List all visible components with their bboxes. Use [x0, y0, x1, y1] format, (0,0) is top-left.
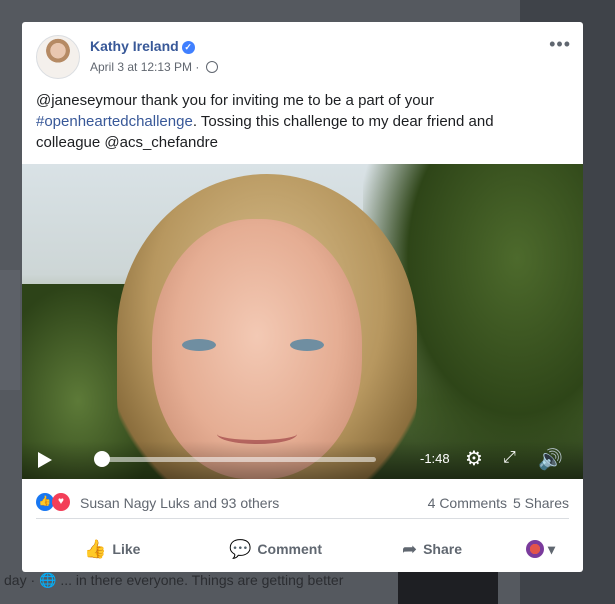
video-subject-face	[152, 219, 362, 479]
like-button[interactable]: 👍 Like	[84, 532, 140, 566]
comment-button[interactable]: 💬 Comment	[229, 532, 322, 566]
globe-icon[interactable]	[205, 61, 218, 73]
post-header: Kathy Ireland ✓ April 3 at 12:13 PM · •••	[22, 22, 583, 92]
author-name[interactable]: Kathy Ireland	[90, 38, 179, 54]
post-meta: April 3 at 12:13 PM ·	[90, 60, 218, 74]
author-avatar[interactable]	[36, 35, 80, 79]
post-stats: 👍 ♥ Susan Nagy Luks and 93 others 4 Comm…	[36, 488, 569, 519]
video-controls: -1:48 ⚙ ⤢ 🔊	[22, 441, 583, 479]
video-remaining-time: -1:48	[420, 451, 450, 466]
reaction-names[interactable]: Susan Nagy Luks and 93 others	[80, 495, 279, 511]
volume-icon[interactable]: 🔊	[538, 447, 563, 472]
viewer-avatar	[526, 540, 544, 558]
thumbs-up-icon: 👍	[84, 538, 107, 559]
post-card: Kathy Ireland ✓ April 3 at 12:13 PM · •••…	[22, 22, 583, 572]
post-caption: @janeseymour thank you for inviting me t…	[36, 90, 556, 153]
share-arrow-icon: ➦	[402, 538, 418, 559]
audience-selector[interactable]: ▾	[526, 532, 555, 566]
chevron-down-icon: ▾	[548, 540, 556, 557]
love-reaction-icon[interactable]: ♥	[52, 493, 70, 511]
share-button[interactable]: ➦ Share	[402, 532, 462, 566]
video-progress-track[interactable]	[96, 457, 376, 462]
post-actions: 👍 Like 💬 Comment ➦ Share ▾	[36, 532, 569, 568]
background-post-text: day · 🌐 ... in there everyone. Things ar…	[4, 572, 344, 588]
post-timestamp[interactable]: April 3 at 12:13 PM ·	[90, 60, 203, 74]
play-icon[interactable]	[38, 452, 52, 468]
comment-label: Comment	[257, 541, 322, 557]
shares-count[interactable]: 5 Shares	[513, 495, 569, 511]
settings-gear-icon[interactable]: ⚙	[465, 449, 483, 469]
comments-count[interactable]: 4 Comments	[428, 495, 507, 511]
caption-text-1: thank you for inviting me to be a part o…	[137, 92, 434, 109]
author-name-link[interactable]: Kathy Ireland ✓	[90, 38, 195, 54]
video-player[interactable]: -1:48 ⚙ ⤢ 🔊	[22, 164, 583, 479]
background-thumbnail	[398, 572, 498, 604]
mention-link[interactable]: @janeseymour	[36, 92, 137, 109]
fullscreen-icon[interactable]: ⤢	[503, 449, 516, 467]
comment-bubble-icon: 💬	[229, 538, 252, 559]
more-options-icon[interactable]: •••	[549, 34, 571, 55]
like-label: Like	[112, 541, 141, 557]
background-post-fragment	[0, 270, 20, 390]
video-subject-eye-right	[290, 339, 324, 351]
verified-badge-icon: ✓	[181, 41, 195, 54]
share-label: Share	[423, 541, 463, 557]
hashtag-link[interactable]: #openheartedchallenge	[36, 113, 193, 130]
video-progress-knob[interactable]	[93, 451, 110, 467]
video-subject-eye-left	[182, 339, 216, 351]
